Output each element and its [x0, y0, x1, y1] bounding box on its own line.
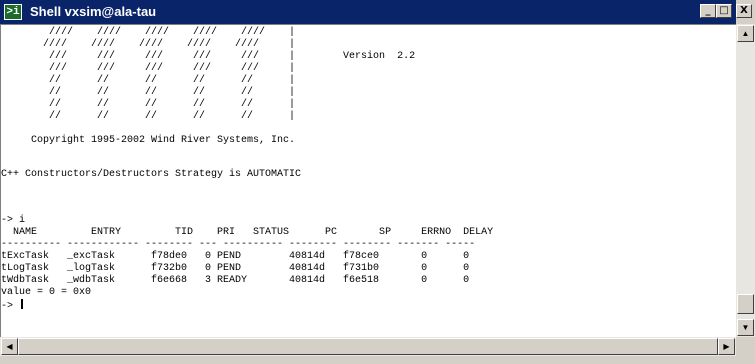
scroll-right-icon[interactable]: ▶	[718, 338, 735, 355]
horizontal-scroll-thumb[interactable]	[18, 338, 718, 355]
horizontal-scrollbar[interactable]: ◀ ▶	[0, 337, 736, 356]
close-button[interactable]: X	[736, 4, 752, 18]
console-line: // // // // // |	[1, 99, 296, 110]
text-cursor	[21, 299, 24, 309]
console-line: //// //// //// //// //// |	[1, 27, 296, 38]
console-line: /// /// /// /// /// |	[1, 63, 296, 74]
console-line: C++ Constructors/Destructors Strategy is…	[1, 169, 302, 180]
maximize-button[interactable]: □	[716, 4, 732, 18]
prompt-text: ->	[1, 301, 20, 312]
console-line: // // // // // |	[1, 111, 296, 122]
scroll-up-icon[interactable]: ▲	[737, 25, 754, 42]
console-output[interactable]: //// //// //// //// //// | //// //// ///…	[0, 24, 736, 337]
console-line: NAME ENTRY TID PRI STATUS PC SP ERRNO DE…	[1, 227, 494, 238]
console-line: ---------- ------------ -------- --- ---…	[1, 239, 476, 250]
console-line: /// /// /// /// /// | Version 2.2	[1, 51, 416, 62]
title-bar[interactable]: >i Shell vxsim@ala-tau	[0, 0, 736, 24]
scroll-down-icon[interactable]: ▼	[737, 319, 754, 336]
console-line: //// //// //// //// //// |	[1, 39, 296, 50]
scroll-left-icon[interactable]: ◀	[1, 338, 18, 355]
console-line: // // // // // |	[1, 87, 296, 98]
minimize-button[interactable]: _	[700, 4, 716, 18]
console-line: Copyright 1995-2002 Wind River Systems, …	[1, 135, 296, 146]
console-line: -> i	[1, 215, 26, 226]
console-prompt[interactable]: ->	[1, 299, 24, 313]
size-grip[interactable]	[736, 337, 755, 356]
terminal-icon[interactable]: >i	[4, 4, 22, 20]
vertical-scrollbar[interactable]: ▲ ▼	[736, 24, 755, 337]
vertical-scroll-thumb[interactable]	[737, 294, 754, 314]
window-title: Shell vxsim@ala-tau	[30, 4, 157, 19]
console-line: tExcTask _excTask f78de0 0 PEND 40814d f…	[1, 251, 470, 262]
console-line: tWdbTask _wdbTask f6e668 3 READY 40814d …	[1, 275, 470, 286]
shell-window: >i Shell vxsim@ala-tau _ □ X //// //// /…	[0, 0, 755, 364]
console-line: // // // // // |	[1, 75, 296, 86]
console-line: tLogTask _logTask f732b0 0 PEND 40814d f…	[1, 263, 470, 274]
console-line: value = 0 = 0x0	[1, 287, 92, 298]
